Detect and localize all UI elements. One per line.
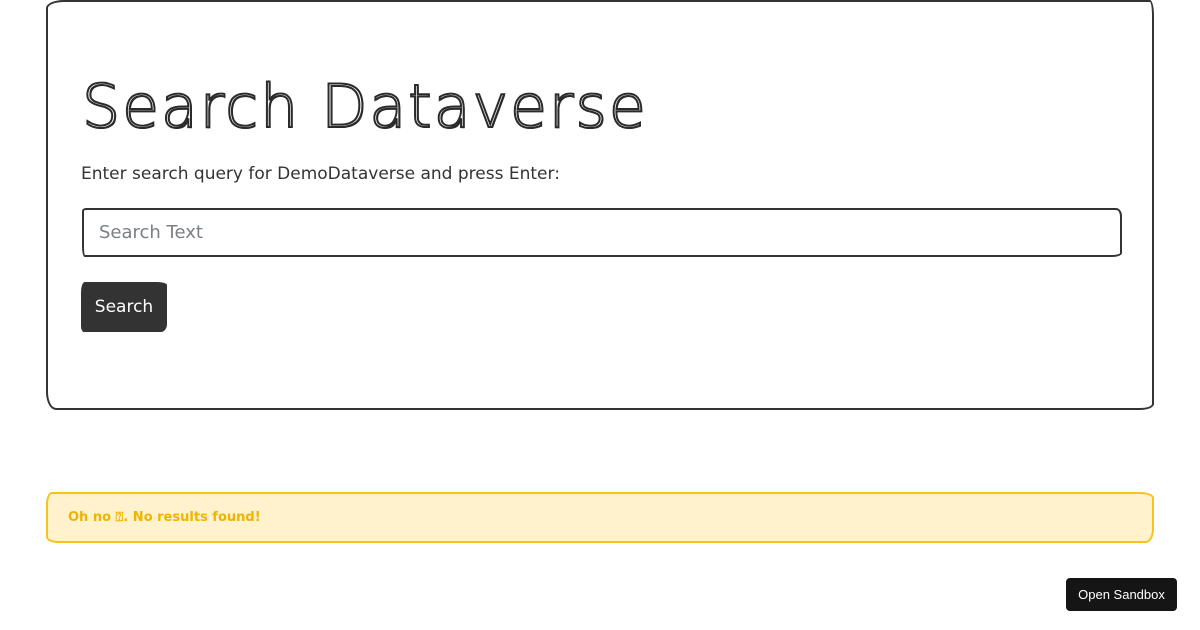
open-sandbox-button[interactable]: Open Sandbox [1066, 578, 1177, 611]
page-title: Search Dataverse [81, 71, 648, 143]
search-button[interactable]: Search [81, 282, 167, 332]
no-results-alert: Oh no ⍰. No results found! [46, 492, 1154, 543]
search-input[interactable] [82, 208, 1122, 257]
page: Search Dataverse Enter search query for … [0, 0, 1200, 630]
search-description: Enter search query for DemoDataverse and… [81, 164, 560, 184]
alert-message: Oh no ⍰. No results found! [68, 510, 261, 525]
search-card: Search Dataverse Enter search query for … [46, 0, 1154, 410]
